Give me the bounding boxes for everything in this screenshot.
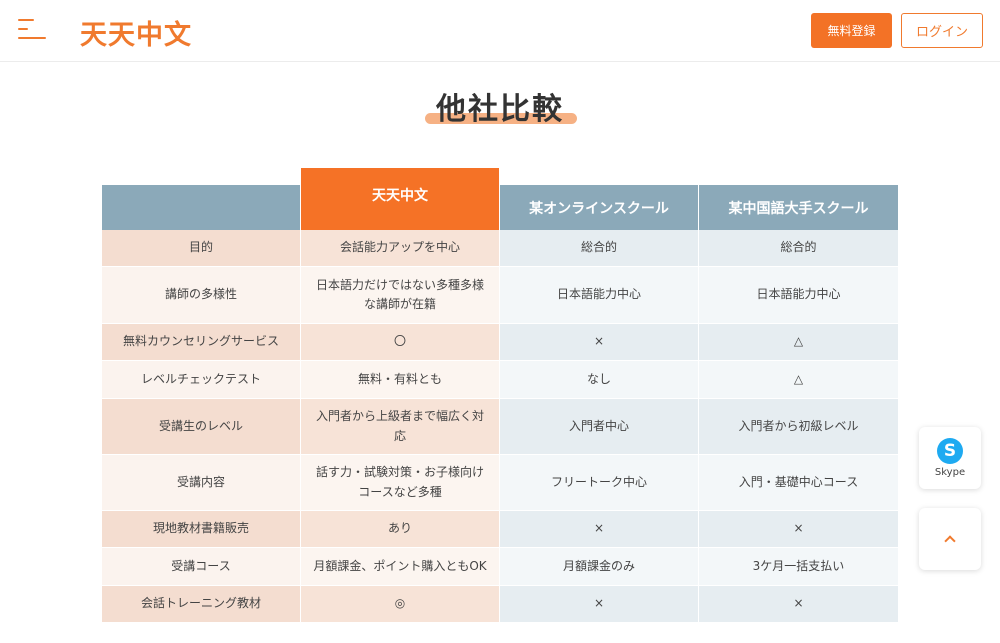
cell-tiantian: あり xyxy=(301,511,500,547)
header-cell-empty xyxy=(102,185,301,230)
cell-tiantian: ◎ xyxy=(301,586,500,622)
row-label: 受講生のレベル xyxy=(102,399,301,454)
cell-major-school: 3ケ月一括支払い xyxy=(699,548,898,585)
header-cell-major-school: 某中国語大手スクール xyxy=(699,185,898,230)
cell-tiantian: 日本語力だけではない多種多様な講師が在籍 xyxy=(301,267,500,323)
table-row: 受講生のレベル 入門者から上級者まで幅広く対応 入門者中心 入門者から初級レベル xyxy=(102,399,898,455)
cell-tiantian: 〇 xyxy=(301,324,500,360)
cell-tiantian: 会話能力アップを中心 xyxy=(301,230,500,266)
row-label: 講師の多様性 xyxy=(102,267,301,323)
skype-label: Skype xyxy=(934,467,966,478)
title-wrapper: 他社比較 xyxy=(0,84,1000,128)
table-row: 講師の多様性 日本語力だけではない多種多様な講師が在籍 日本語能力中心 日本語能… xyxy=(102,267,898,324)
header-cell-online-school: 某オンラインスクール xyxy=(500,185,699,230)
table-row: レベルチェックテスト 無料・有料とも なし △ xyxy=(102,361,898,399)
cell-major-school: 入門者から初級レベル xyxy=(699,399,898,454)
login-button[interactable]: ログイン xyxy=(901,13,983,48)
scroll-to-top-button[interactable] xyxy=(919,508,981,570)
skype-icon: S xyxy=(937,438,963,464)
skype-button[interactable]: S Skype xyxy=(919,427,981,489)
cell-major-school: △ xyxy=(699,361,898,398)
row-label: 受講コース xyxy=(102,548,301,585)
row-label: 現地教材書籍販売 xyxy=(102,511,301,547)
cell-online-school: 入門者中心 xyxy=(500,399,699,454)
row-label: 会話トレーニング教材 xyxy=(102,586,301,622)
row-label: 無料カウンセリングサービス xyxy=(102,324,301,360)
chevron-up-icon xyxy=(944,535,956,547)
cell-tiantian: 無料・有料とも xyxy=(301,361,500,398)
table-row: 現地教材書籍販売 あり × × xyxy=(102,511,898,548)
cell-tiantian: 話す力・試験対策・お子様向けコースなど多種 xyxy=(301,455,500,510)
table-row: 受講コース 月額課金、ポイント購入ともOK 月額課金のみ 3ケ月一括支払い xyxy=(102,548,898,586)
page-title: 他社比較 xyxy=(436,92,564,127)
cell-tiantian: 入門者から上級者まで幅広く対応 xyxy=(301,399,500,454)
cell-online-school: 月額課金のみ xyxy=(500,548,699,585)
cell-major-school: 総合的 xyxy=(699,230,898,266)
row-label: レベルチェックテスト xyxy=(102,361,301,398)
site-logo[interactable]: 天天中文 xyxy=(80,13,192,52)
cell-major-school: 日本語能力中心 xyxy=(699,267,898,323)
cell-online-school: 総合的 xyxy=(500,230,699,266)
table-row: 目的 会話能力アップを中心 総合的 総合的 xyxy=(102,230,898,267)
hamburger-menu-icon[interactable] xyxy=(18,18,46,40)
cell-major-school: △ xyxy=(699,324,898,360)
header-cell-tiantian: 天天中文 xyxy=(301,168,500,230)
table-row: 会話トレーニング教材 ◎ × × xyxy=(102,586,898,623)
site-header: 天天中文 無料登録 ログイン xyxy=(0,0,1000,62)
row-label: 受講内容 xyxy=(102,455,301,510)
register-button[interactable]: 無料登録 xyxy=(811,13,892,48)
cell-online-school: × xyxy=(500,324,699,360)
cell-major-school: × xyxy=(699,586,898,622)
table-header-row: 天天中文 某オンラインスクール 某中国語大手スクール xyxy=(102,168,898,230)
cell-online-school: 日本語能力中心 xyxy=(500,267,699,323)
table-body: 目的 会話能力アップを中心 総合的 総合的 講師の多様性 日本語力だけではない多… xyxy=(102,230,898,623)
cell-tiantian: 月額課金、ポイント購入ともOK xyxy=(301,548,500,585)
cell-major-school: 入門・基礎中心コース xyxy=(699,455,898,510)
table-row: 受講内容 話す力・試験対策・お子様向けコースなど多種 フリートーク中心 入門・基… xyxy=(102,455,898,511)
cell-major-school: × xyxy=(699,511,898,547)
cell-online-school: × xyxy=(500,586,699,622)
cell-online-school: フリートーク中心 xyxy=(500,455,699,510)
cell-online-school: × xyxy=(500,511,699,547)
cell-online-school: なし xyxy=(500,361,699,398)
row-label: 目的 xyxy=(102,230,301,266)
table-row: 無料カウンセリングサービス 〇 × △ xyxy=(102,324,898,361)
